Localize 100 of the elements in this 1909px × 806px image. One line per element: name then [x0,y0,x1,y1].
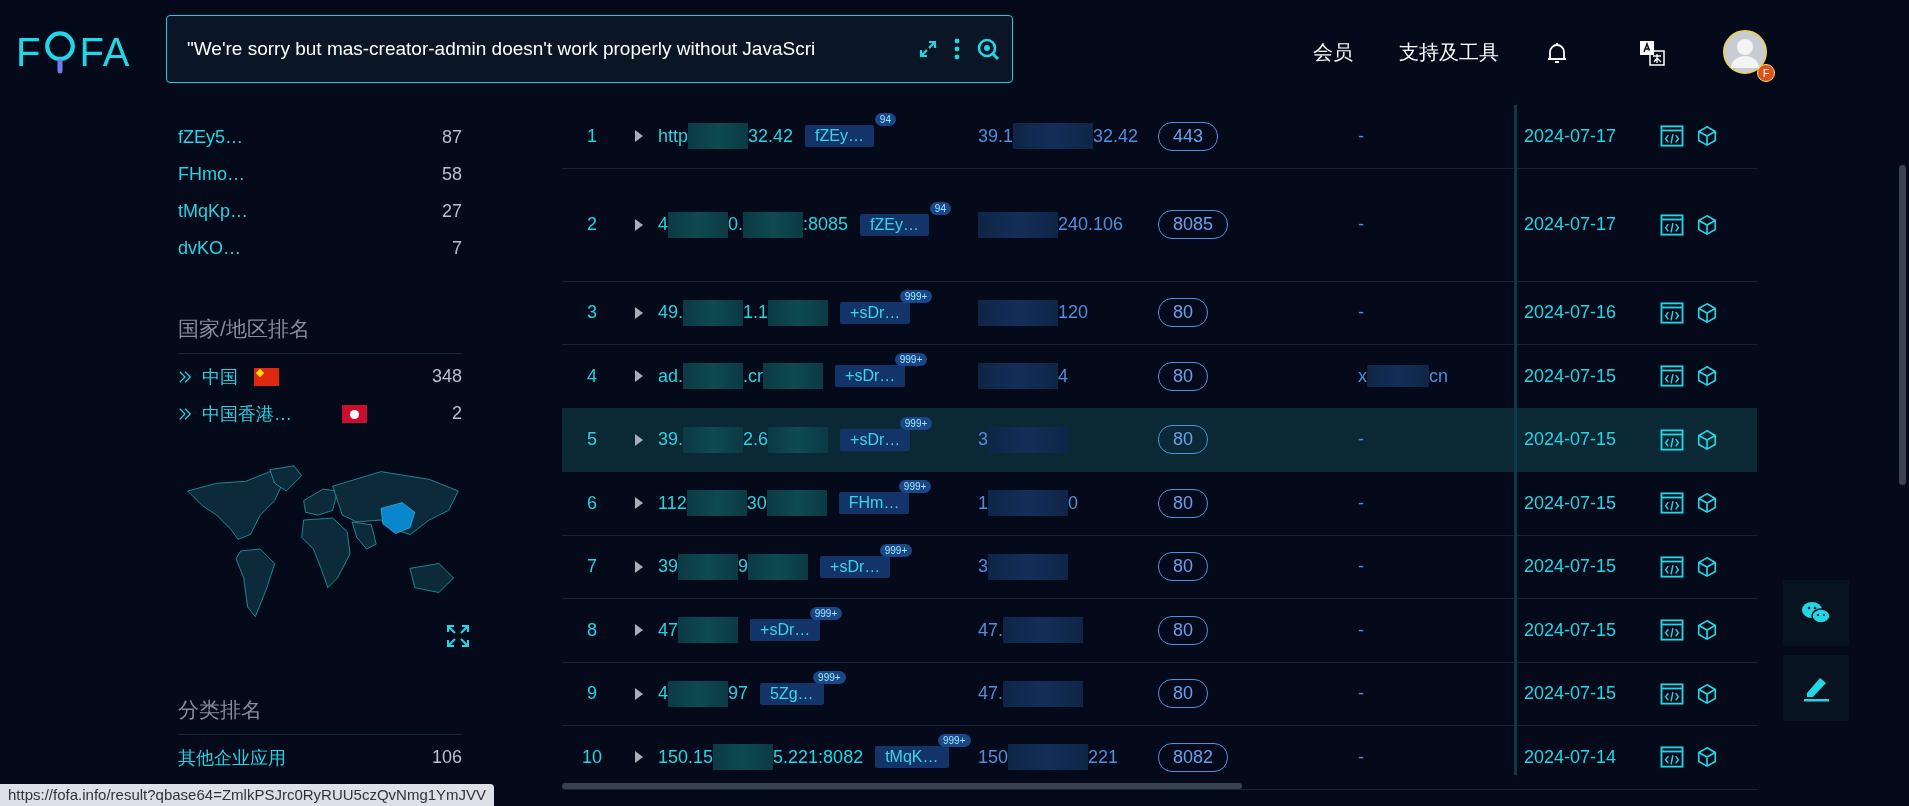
expand-arrow-icon[interactable] [634,686,644,701]
cube-icon[interactable] [1696,555,1718,578]
host-link[interactable]: 4 [658,683,668,705]
product-tag[interactable]: +sDr… [820,555,891,578]
expand-arrow-icon[interactable] [634,623,644,638]
port-badge[interactable]: 443 [1158,121,1219,151]
code-icon[interactable] [1660,365,1684,388]
ip-link[interactable]: 240.106 [1058,214,1124,235]
ip-link[interactable]: 47. [978,619,1004,641]
port-badge[interactable]: 80 [1158,425,1209,455]
port-badge[interactable]: 80 [1158,615,1209,645]
ip-link[interactable]: 1 [978,492,988,514]
ip-link[interactable]: 150 [978,746,1009,768]
search-field[interactable]: "We're sorry but mas-creator-admin doesn't work properly without JavaScri [185,36,902,61]
cube-icon[interactable] [1696,428,1718,451]
product-tag[interactable]: 5Zg… [760,682,824,705]
cube-icon[interactable] [1696,492,1718,515]
expand-arrow-icon[interactable] [634,559,644,574]
code-icon[interactable] [1660,301,1684,324]
host-link[interactable]: :8085 [803,214,849,235]
host-link[interactable]: 49. [658,302,684,324]
product-tag[interactable]: +sDr… [750,619,821,642]
country-item[interactable]: 中国香港… [202,401,292,426]
vertical-scrollbar[interactable] [1899,165,1906,485]
country-item[interactable]: 中国 [202,364,238,389]
fullscreen-icon[interactable] [446,624,470,648]
wechat-button[interactable] [1783,580,1849,646]
cube-icon[interactable] [1696,619,1718,642]
product-tag[interactable]: tMqK… [875,746,949,769]
code-icon[interactable] [1660,746,1684,769]
expand-arrow-icon[interactable] [634,496,644,511]
product-tag[interactable]: fZEy… [805,125,874,148]
cube-icon[interactable] [1696,682,1718,705]
port-badge[interactable]: 8085 [1158,210,1229,239]
ip-link[interactable]: 39.1 [978,125,1014,147]
filter-item[interactable]: FHmo… [178,164,245,185]
edit-button[interactable] [1783,655,1849,721]
code-icon[interactable] [1660,682,1684,705]
expand-arrow-icon[interactable] [634,217,644,232]
expand-arrow-icon[interactable] [634,305,644,320]
host-link[interactable]: 112 [658,492,687,514]
host-link[interactable]: .cr [743,365,764,387]
port-badge[interactable]: 80 [1158,488,1209,518]
host-link[interactable]: 39. [658,429,684,451]
expand-icon[interactable] [918,38,938,59]
cube-icon[interactable] [1696,365,1718,388]
chat-bubbles-icon[interactable] [1801,600,1831,626]
host-link[interactable]: 39 [658,556,679,578]
search-icon[interactable] [976,36,1000,61]
ip-link[interactable]: 0 [1068,492,1079,514]
ip-link[interactable]: 32.42 [1093,125,1139,147]
host-link[interactable]: 150.15 [658,746,714,768]
host-link[interactable]: http [658,125,689,147]
expand-arrow-icon[interactable] [634,750,644,765]
host-link[interactable]: 5.221:8082 [773,746,864,768]
ip-link[interactable]: 4 [1058,365,1068,387]
cube-icon[interactable] [1696,301,1718,324]
host-link[interactable]: 47 [658,619,679,641]
filter-item[interactable]: fZEy5… [178,127,243,148]
cube-icon[interactable] [1696,746,1718,769]
host-link[interactable]: 32.42 [748,125,794,147]
code-icon[interactable] [1660,555,1684,578]
port-badge[interactable]: 80 [1158,552,1209,582]
host-link[interactable]: 97 [728,683,749,705]
ip-link[interactable]: 3 [978,556,988,578]
port-badge[interactable]: 80 [1158,298,1209,328]
code-icon[interactable] [1660,125,1684,148]
ip-link[interactable]: 221 [1088,746,1119,768]
nav-link[interactable]: 会员 [1313,39,1353,66]
ip-link[interactable]: 47. [978,683,1004,705]
more-icon[interactable] [954,37,960,60]
bell-icon[interactable] [1545,40,1569,65]
host-link[interactable]: 0. [728,214,744,235]
code-icon[interactable] [1660,492,1684,515]
host-link[interactable]: 30 [746,492,767,514]
port-badge[interactable]: 80 [1158,679,1209,709]
horizontal-scrollbar[interactable] [562,783,1242,789]
product-tag[interactable]: +sDr… [835,365,906,388]
product-tag[interactable]: +sDr… [840,301,911,324]
code-icon[interactable] [1660,428,1684,451]
cube-icon[interactable] [1696,125,1718,148]
cube-icon[interactable] [1696,213,1718,236]
expand-arrow-icon[interactable] [634,129,644,144]
product-tag[interactable]: +sDr… [840,428,911,451]
nav-link[interactable]: 支持及工具 [1399,39,1499,66]
product-tag[interactable]: fZEy… [860,213,929,236]
category-item[interactable]: 其他企业应用 [178,745,286,770]
selected-row[interactable]: 5 39. 2.6 +sDr… 999+ 3 80 - 2024-07-15 [562,408,1757,472]
translate-icon[interactable] [1639,39,1665,66]
filter-item[interactable]: tMqKp… [178,201,249,222]
expand-arrow-icon[interactable] [634,369,644,384]
code-icon[interactable] [1660,213,1684,236]
search-bar[interactable]: "We're sorry but mas-creator-admin doesn't work properly without JavaScri [166,14,1013,83]
host-link[interactable]: 1.1 [743,302,769,324]
ip-link[interactable]: 3 [978,429,988,451]
port-badge[interactable]: 8082 [1158,742,1229,772]
host-link[interactable]: ad. [658,365,684,387]
port-badge[interactable]: 80 [1158,361,1209,391]
expand-arrow-icon[interactable] [634,432,644,447]
ip-link[interactable]: 120 [1058,302,1089,324]
